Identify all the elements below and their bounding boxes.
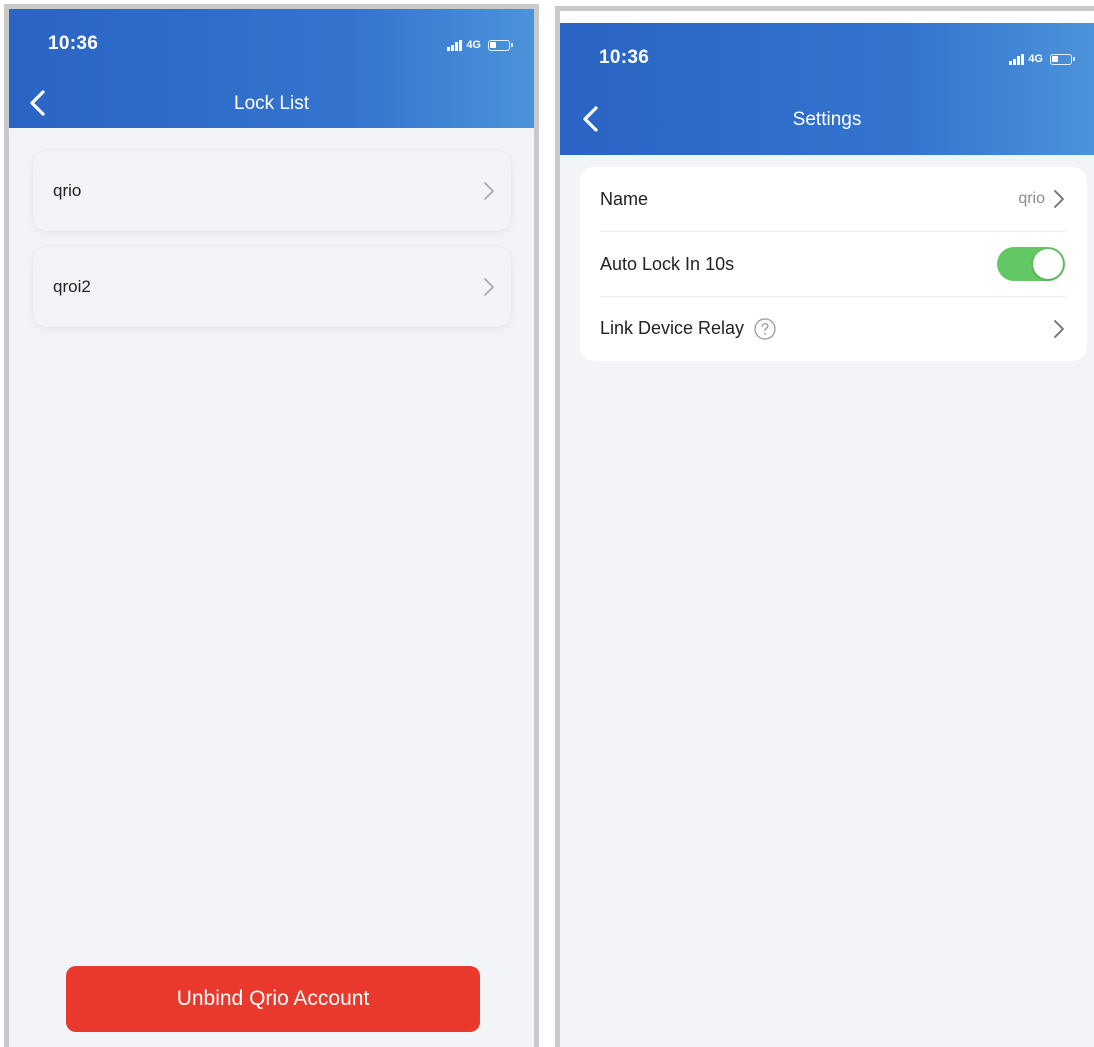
chevron-right-icon [1054,190,1064,208]
status-indicators: 4G [447,39,513,51]
network-type: 4G [466,39,481,51]
status-indicators: 4G [1009,53,1075,65]
battery-icon [1050,53,1075,65]
chevron-right-icon [484,182,494,200]
setting-auto-lock-label: Auto Lock In 10s [600,253,735,274]
chevron-right-icon [484,278,494,296]
network-type: 4G [1028,53,1043,65]
status-time: 10:36 [599,47,650,68]
lock-item-qrio[interactable]: qrio [33,151,511,231]
status-time: 10:36 [48,33,99,54]
auto-lock-toggle[interactable] [997,247,1065,281]
toggle-knob [1033,249,1063,279]
settings-screen: 10:36 4G Settings Name qrio Auto Lock In… [555,6,1094,1047]
setting-auto-lock-row: Auto Lock In 10s [580,232,1087,296]
setting-name-value-group: qrio [1018,189,1065,209]
lock-list-screen: 10:36 4G Lock List qrio qroi2 Unbind Qri… [4,4,539,1047]
battery-icon [488,39,513,51]
setting-link-relay-label-group: Link Device Relay [600,317,777,341]
setting-link-relay-label: Link Device Relay [600,317,745,338]
lock-item-label: qroi2 [53,277,91,296]
chevron-right-icon [1054,320,1064,338]
page-title: Settings [792,109,862,130]
top-strip [560,11,1094,23]
unbind-account-button[interactable]: Unbind Qrio Account [66,966,480,1032]
signal-icon [447,39,463,51]
app-header: 10:36 4G Settings [560,23,1094,155]
setting-link-relay-row[interactable]: Link Device Relay [580,297,1087,361]
help-question-icon[interactable] [753,317,777,341]
setting-name-row[interactable]: Name qrio [580,167,1087,231]
setting-name-label: Name [600,188,649,209]
lock-item-qroi2[interactable]: qroi2 [33,247,511,327]
setting-name-value: qrio [1018,190,1045,207]
page-title: Lock List [234,93,309,114]
app-header: 10:36 4G Lock List [9,9,534,128]
settings-card: Name qrio Auto Lock In 10s Link Device R… [580,167,1087,361]
lock-item-label: qrio [53,181,82,200]
signal-icon [1009,53,1025,65]
